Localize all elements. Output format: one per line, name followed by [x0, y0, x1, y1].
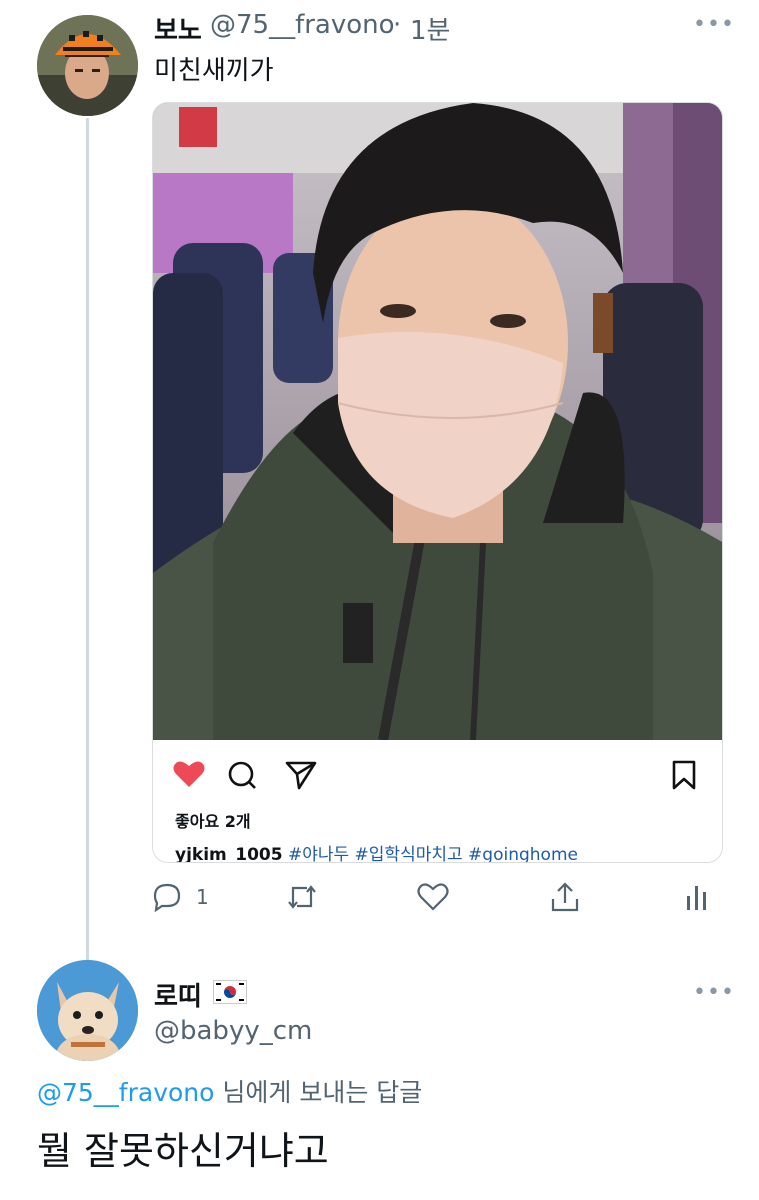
reply-handle[interactable]: @babyy_cm: [154, 1016, 312, 1046]
heart-filled-icon[interactable]: [173, 760, 205, 788]
instagram-post-footer: 좋아요 2개 yjkim_1005 #야나두 #입학식마치고 #goinghom…: [153, 740, 722, 862]
replying-to-line: @75__fravono 님에게 보내는 답글: [37, 1073, 422, 1109]
reply-button[interactable]: 1: [152, 872, 209, 922]
analytics-button[interactable]: [685, 872, 709, 922]
reply-count: 1: [196, 885, 209, 909]
retweet-icon: [288, 885, 316, 909]
post-username[interactable]: yjkim_1005: [175, 845, 283, 862]
embedded-image-card[interactable]: 좋아요 2개 yjkim_1005 #야나두 #입학식마치고 #goinghom…: [152, 102, 723, 863]
share-button[interactable]: [550, 872, 580, 922]
post-caption: yjkim_1005 #야나두 #입학식마치고 #goinghome: [175, 840, 578, 862]
bookmark-icon[interactable]: [671, 760, 697, 790]
more-icon[interactable]: •••: [693, 12, 735, 37]
like-button[interactable]: [417, 872, 449, 922]
thread-connector-line: [86, 118, 89, 960]
analytics-icon: [687, 886, 706, 910]
reply-mention-link[interactable]: @75__fravono: [37, 1078, 214, 1107]
more-icon[interactable]: •••: [693, 980, 735, 1005]
comment-icon[interactable]: [227, 760, 257, 790]
avatar[interactable]: [37, 960, 138, 1061]
likes-count: 좋아요 2개: [175, 812, 251, 831]
reply-display-name[interactable]: 로띠: [154, 976, 202, 1013]
retweet-button[interactable]: [285, 872, 319, 922]
like-icon: [417, 883, 449, 911]
tweet-action-bar: 1: [150, 872, 720, 922]
reply-text: 뭘 잘못하신거냐고: [37, 1129, 329, 1173]
avatar[interactable]: [37, 15, 138, 116]
tweet-display-name[interactable]: 보노: [154, 10, 202, 47]
reply-to-suffix: 님에게 보내는 답글: [214, 1078, 423, 1107]
selfie-photo[interactable]: [153, 103, 722, 740]
south-korea-flag-icon: [213, 980, 247, 1004]
share-icon: [551, 882, 579, 912]
tweet-time[interactable]: 1분: [410, 10, 450, 47]
send-icon[interactable]: [285, 760, 317, 790]
tweet-text: 미친새끼가: [154, 56, 274, 86]
reply-icon: [153, 883, 181, 912]
tweet-separator: ·: [393, 10, 402, 40]
post-hashtags[interactable]: #야나두 #입학식마치고 #goinghome: [288, 845, 578, 862]
tweet-handle[interactable]: @75__fravono: [210, 10, 395, 40]
